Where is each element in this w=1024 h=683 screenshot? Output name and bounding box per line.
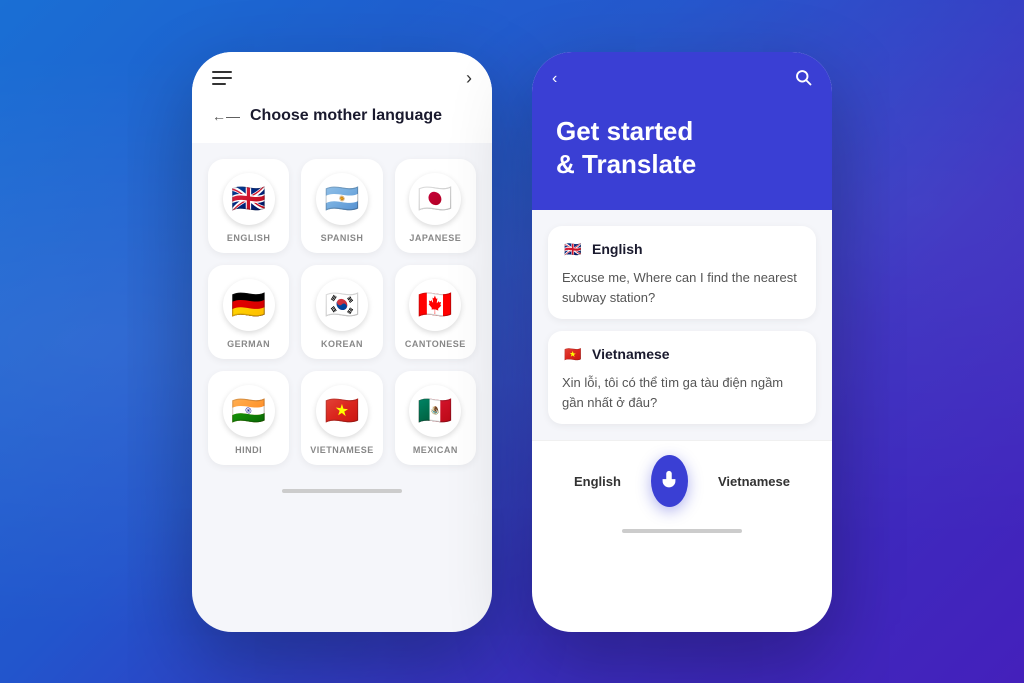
lang-card-mexican[interactable]: 🇲🇽 MEXICAN	[395, 371, 476, 465]
lang-name-mexican: MEXICAN	[413, 445, 458, 455]
bottom-controls: English Vietnamese	[532, 440, 832, 521]
lang-name-korean: KOREAN	[321, 339, 363, 349]
source-flag: 🇬🇧	[562, 238, 584, 260]
search-icon[interactable]	[794, 68, 812, 91]
lang-name-spanish: SPANISH	[321, 233, 364, 243]
right-status-bar: ‹	[532, 52, 832, 99]
lang-card-korean[interactable]: 🇰🇷 KOREAN	[301, 265, 382, 359]
flag-japanese: 🇯🇵	[409, 173, 461, 225]
chevron-left-icon[interactable]: ‹	[552, 70, 557, 88]
lang-name-cantonese: CANTONESE	[405, 339, 466, 349]
lang-card-english[interactable]: 🇬🇧 ENGLISH	[208, 159, 289, 253]
flag-spanish: 🇦🇷	[316, 173, 368, 225]
target-flag: 🇻🇳	[562, 343, 584, 365]
lang-card-vietnamese[interactable]: 🇻🇳 VIETNAMESE	[301, 371, 382, 465]
target-text: Xin lỗi, tôi có thể tìm ga tàu điện ngầm…	[562, 373, 802, 412]
source-text: Excuse me, Where can I find the nearest …	[562, 268, 802, 307]
lang-name-japanese: JAPANESE	[409, 233, 461, 243]
lang-name-vietnamese: VIETNAMESE	[310, 445, 374, 455]
lang-name-german: GERMAN	[227, 339, 270, 349]
left-phone: › ←— Choose mother language 🇬🇧 ENGLISH 🇦…	[192, 52, 492, 632]
flag-hindi: 🇮🇳	[223, 385, 275, 437]
mic-button[interactable]	[651, 455, 688, 507]
back-arrow-icon[interactable]: ←—	[212, 108, 240, 124]
flag-english: 🇬🇧	[223, 173, 275, 225]
language-grid: 🇬🇧 ENGLISH 🇦🇷 SPANISH 🇯🇵 JAPANESE 🇩🇪 GER…	[192, 143, 492, 481]
flag-german: 🇩🇪	[223, 279, 275, 331]
lang-card-japanese[interactable]: 🇯🇵 JAPANESE	[395, 159, 476, 253]
target-lang-name: Vietnamese	[592, 346, 670, 362]
left-header: ←— Choose mother language	[192, 97, 492, 143]
chevron-right-icon[interactable]: ›	[466, 68, 472, 89]
home-bar-right	[622, 529, 742, 533]
source-lang-label-row: 🇬🇧 English	[562, 238, 802, 260]
flag-mexican: 🇲🇽	[409, 385, 461, 437]
hero-title: Get started & Translate	[556, 115, 808, 183]
left-status-bar: ›	[192, 52, 492, 97]
english-lang-button[interactable]: English	[552, 464, 643, 499]
lang-card-spanish[interactable]: 🇦🇷 SPANISH	[301, 159, 382, 253]
lang-card-german[interactable]: 🇩🇪 GERMAN	[208, 265, 289, 359]
vietnamese-lang-button[interactable]: Vietnamese	[696, 464, 812, 499]
flag-korean: 🇰🇷	[316, 279, 368, 331]
choose-language-title: Choose mother language	[250, 107, 442, 125]
flag-vietnamese: 🇻🇳	[316, 385, 368, 437]
lang-name-hindi: HINDI	[235, 445, 262, 455]
source-lang-name: English	[592, 241, 643, 257]
translation-area: 🇬🇧 English Excuse me, Where can I find t…	[532, 210, 832, 440]
lang-card-cantonese[interactable]: 🇨🇦 CANTONESE	[395, 265, 476, 359]
right-home-indicator	[532, 521, 832, 541]
lang-name-english: ENGLISH	[227, 233, 271, 243]
left-home-indicator	[192, 481, 492, 501]
target-translation-card: 🇻🇳 Vietnamese Xin lỗi, tôi có thể tìm ga…	[548, 331, 816, 424]
home-bar	[282, 489, 402, 493]
hero-section: Get started & Translate	[532, 99, 832, 211]
target-lang-label-row: 🇻🇳 Vietnamese	[562, 343, 802, 365]
flag-cantonese: 🇨🇦	[409, 279, 461, 331]
hamburger-icon[interactable]	[212, 71, 232, 85]
right-phone: ‹ Get started & Translate 🇬🇧 English Exc…	[532, 52, 832, 632]
lang-card-hindi[interactable]: 🇮🇳 HINDI	[208, 371, 289, 465]
source-translation-card: 🇬🇧 English Excuse me, Where can I find t…	[548, 226, 816, 319]
